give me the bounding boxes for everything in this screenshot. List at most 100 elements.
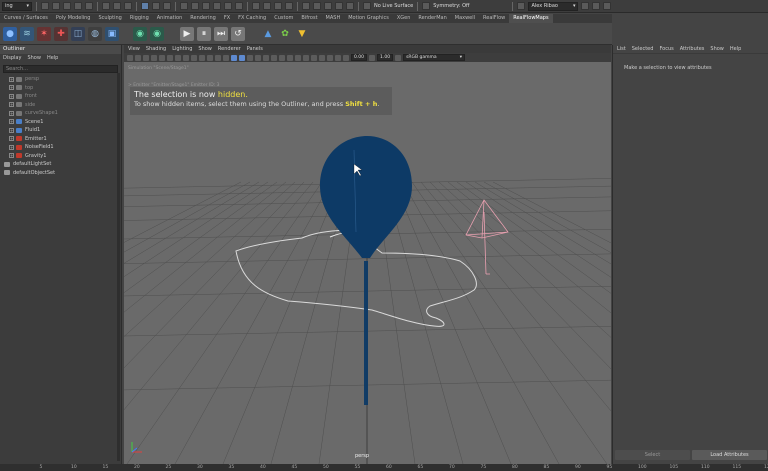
outliner-item-persp[interactable]: + persp <box>0 75 121 84</box>
motion-blur-icon[interactable] <box>287 54 293 61</box>
depth-of-field-icon[interactable] <box>303 54 309 61</box>
shelf-tab-curves-surfaces[interactable]: Curves / Surfaces <box>0 14 52 23</box>
attribute-editor-toggle-icon[interactable] <box>603 2 612 10</box>
film-gate-icon[interactable] <box>183 54 189 61</box>
expand-toggle-icon[interactable]: + <box>9 153 14 159</box>
open-scene-icon[interactable] <box>52 2 60 10</box>
color-space-dropdown[interactable]: sRGB gamma ▾ <box>403 54 466 61</box>
live-surface-label[interactable]: No Live Surface <box>374 3 413 9</box>
xray-icon[interactable] <box>319 54 325 61</box>
gamma-field[interactable]: 1.00 <box>377 54 394 61</box>
outliner-item-defaultobjectset[interactable]: defaultObjectSet <box>0 169 121 178</box>
symmetry-label[interactable]: Symmetry: Off <box>433 3 469 9</box>
attr-menu-show[interactable]: Show <box>710 45 724 53</box>
grease-pencil-icon[interactable] <box>167 54 173 61</box>
outliner-menu-display[interactable]: Display <box>3 54 21 63</box>
undo-icon[interactable] <box>74 2 82 10</box>
snap-live-icon[interactable] <box>235 2 243 10</box>
camera-attributes-icon[interactable] <box>135 54 141 61</box>
color-management-icon[interactable] <box>395 54 402 61</box>
load-attributes-button[interactable]: Load Attributes <box>692 450 767 460</box>
redo-icon[interactable] <box>85 2 93 10</box>
gate-mask-icon[interactable] <box>199 54 205 61</box>
construction-history-icon[interactable] <box>285 2 293 10</box>
textured-icon[interactable] <box>255 54 261 61</box>
shelf-tab-animation[interactable]: Animation <box>153 14 187 23</box>
expand-toggle-icon[interactable]: + <box>9 93 14 99</box>
outliner-item-scene1[interactable]: + Scene1 <box>0 118 121 127</box>
pause-button-icon[interactable]: ⏸ <box>197 26 211 41</box>
outliner-item-side[interactable]: + side <box>0 101 121 110</box>
outliner-item-fluid1[interactable]: + Fluid1 <box>0 126 121 135</box>
attr-menu-selected[interactable]: Selected <box>632 45 654 53</box>
snap-point-icon[interactable] <box>202 2 210 10</box>
shelf-tab-custom[interactable]: Custom <box>270 14 297 23</box>
select-object-icon[interactable] <box>113 2 121 10</box>
anti-aliasing-icon[interactable] <box>295 54 301 61</box>
render-settings-icon[interactable] <box>335 2 343 10</box>
shelf-tab-realflow[interactable]: RealFlow <box>479 14 509 23</box>
realflow-daemon-icon[interactable]: ✚ <box>54 26 68 41</box>
sidebar-toggle-icon[interactable] <box>581 2 590 10</box>
output-ops-icon[interactable] <box>274 2 282 10</box>
step-button-icon[interactable]: ⏭ <box>214 26 228 41</box>
symmetry-icon[interactable] <box>422 2 431 10</box>
viewport-menu-shading[interactable]: Shading <box>146 45 166 53</box>
wireframe-on-shaded-icon[interactable] <box>247 54 253 61</box>
time-slider[interactable]: 5 10 15 20 25 30 35 40 45 50 55 60 65 70 75 80 85 90 95 100… <box>0 464 768 471</box>
shelf-tab-maxwell[interactable]: Maxwell <box>451 14 479 23</box>
shelf-tab-fx[interactable]: FX <box>220 14 234 23</box>
outliner-item-emitter1[interactable]: + Emitter1 <box>0 135 121 144</box>
outliner-item-gravity1[interactable]: + Gravity1 <box>0 152 121 161</box>
camera-select-icon[interactable] <box>127 54 133 61</box>
screen-space-ao-icon[interactable] <box>279 54 285 61</box>
safe-title-icon[interactable] <box>223 54 229 61</box>
outliner-scrollbar[interactable] <box>117 73 120 461</box>
expand-toggle-icon[interactable]: + <box>9 136 14 142</box>
shelf-tab-xgen[interactable]: XGen <box>393 14 415 23</box>
attr-menu-help[interactable]: Help <box>730 45 741 53</box>
hypershade-icon[interactable] <box>346 2 354 10</box>
outliner-item-defaultlightset[interactable]: defaultLightSet <box>0 160 121 169</box>
shelf-tab-bifrost[interactable]: Bifrost <box>297 14 321 23</box>
3d-viewport[interactable]: Simulation "Scene/Stage1" > Emitter "Emi… <box>124 62 611 464</box>
field-chart-icon[interactable] <box>207 54 213 61</box>
simulate-button-icon[interactable]: ▶ <box>180 26 194 41</box>
snap-grid-icon[interactable] <box>180 2 188 10</box>
workspace-dropdown[interactable]: ing ▾ <box>2 1 32 11</box>
render-frame-icon[interactable] <box>313 2 321 10</box>
smooth-shade-icon[interactable] <box>239 54 245 61</box>
xray-components-icon[interactable] <box>335 54 341 61</box>
expand-toggle-icon[interactable]: + <box>9 102 14 108</box>
attr-menu-list[interactable]: List <box>617 45 626 53</box>
shelf-tab-fx-caching[interactable]: FX Caching <box>234 14 270 23</box>
shelf-tab-poly-modeling[interactable]: Poly Modeling <box>52 14 95 23</box>
snap-view-icon[interactable] <box>213 2 221 10</box>
viewport-menu-renderer[interactable]: Renderer <box>218 45 241 53</box>
select-hierarchy-icon[interactable] <box>102 2 110 10</box>
grid-toggle-icon[interactable] <box>175 54 181 61</box>
viewport-menu-panels[interactable]: Panels <box>247 45 263 53</box>
select-component-icon[interactable] <box>124 2 132 10</box>
modeling-toolkit-icon[interactable] <box>592 2 601 10</box>
realflow-wetmap-icon[interactable]: ◍ <box>88 26 102 41</box>
attr-menu-focus[interactable]: Focus <box>659 45 673 53</box>
realflow-cache-icon[interactable]: ▣ <box>105 26 119 41</box>
outliner-menu-help[interactable]: Help <box>47 54 58 63</box>
resolution-gate-icon[interactable] <box>191 54 197 61</box>
lasso-tool-icon[interactable] <box>152 2 160 10</box>
expand-toggle-icon[interactable]: + <box>9 119 14 125</box>
render-view-icon[interactable] <box>302 2 310 10</box>
shelf-tab-rigging[interactable]: Rigging <box>126 14 153 23</box>
history-icon[interactable] <box>252 2 260 10</box>
outliner-search-input[interactable]: Search... <box>3 65 118 73</box>
export-icon[interactable]: ▲ <box>261 26 275 41</box>
exposure-field[interactable]: 0.00 <box>351 54 368 61</box>
2d-pan-icon[interactable] <box>159 54 165 61</box>
user-account-dropdown[interactable]: Alex Ribao ▾ <box>528 1 579 11</box>
realflow-emitter-icon[interactable]: ✶ <box>37 26 51 41</box>
image-plane-icon[interactable] <box>151 54 157 61</box>
shelf-tab-mash[interactable]: MASH <box>322 14 345 23</box>
expand-toggle-icon[interactable]: + <box>9 76 14 82</box>
shelf-tab-realflowmaps[interactable]: RealFlowMaps <box>509 14 553 23</box>
